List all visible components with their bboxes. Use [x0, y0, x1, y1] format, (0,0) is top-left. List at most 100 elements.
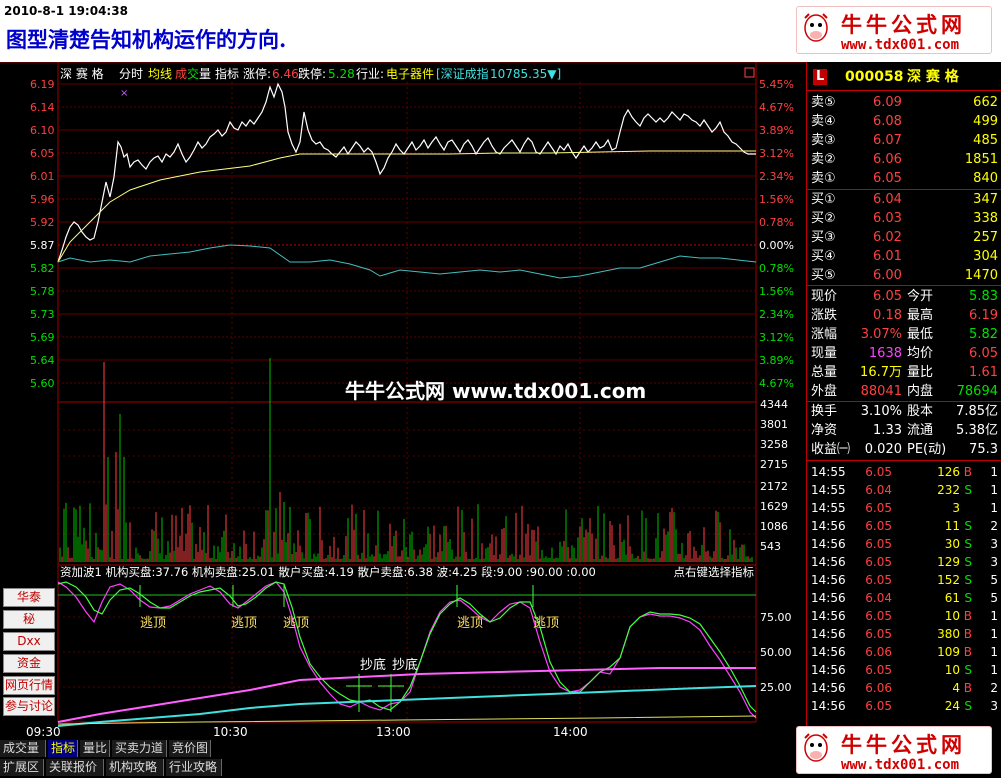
left-button-1[interactable]: 秘: [3, 610, 55, 629]
tick-time: 14:56: [811, 627, 846, 641]
stat-label: 均价: [907, 346, 934, 361]
stat-value: 3.07%: [860, 327, 902, 342]
percent-tick-label: 1.56%: [759, 193, 794, 206]
tab-jiao[interactable]: 交: [187, 66, 199, 81]
ask-label: 卖③: [811, 133, 836, 148]
tick-side: B: [963, 627, 972, 641]
tick-time: 14:56: [811, 519, 846, 533]
intraday-chart[interactable]: 深 赛 格 分时 均线 成 交 量 指标 涨停: 6.46 跌停: 5.28 行…: [0, 62, 806, 740]
tick-count: 3: [990, 699, 998, 713]
price-tick-label: 6.10: [30, 124, 55, 137]
bid-price: 6.03: [873, 211, 902, 226]
bottom-tab-3[interactable]: 买卖力道: [112, 740, 167, 757]
bottom-tab-2[interactable]: 量比: [80, 740, 110, 757]
indicator-hint: 点右键选择指标: [674, 565, 755, 579]
indicator-values: 资加波1 机构买盘:37.76 机构卖盘:25.01 散户买盘:4.19 散户卖…: [60, 565, 596, 579]
bottom-subtab-2[interactable]: 机构攻略: [106, 759, 164, 776]
tick-price: 6.06: [865, 681, 892, 695]
percent-tick-label: 3.12%: [759, 147, 794, 160]
tick-time: 14:56: [811, 537, 846, 551]
logo-url: www.tdx001.com: [841, 37, 960, 53]
tick-volume: 61: [944, 591, 960, 605]
tick-price: 6.05: [865, 555, 892, 569]
percent-tick-label: 2.34%: [759, 308, 794, 321]
stat-label: 涨幅: [811, 327, 838, 342]
tick-price: 6.05: [865, 699, 892, 713]
tab-zhibiao[interactable]: 指标: [215, 66, 239, 81]
left-button-0[interactable]: 华泰: [3, 588, 55, 607]
tick-time: 14:55: [811, 501, 846, 515]
tick-volume: 109: [937, 645, 960, 659]
logo-name: 牛牛公式网: [841, 12, 966, 37]
bid-price: 6.01: [873, 249, 902, 264]
stat-label: 股本: [907, 404, 934, 419]
marker-icon: ×: [120, 88, 128, 99]
bid-price: 6.00: [873, 268, 902, 283]
tick-volume: 152: [937, 573, 960, 587]
tick-volume: 126: [937, 465, 960, 479]
tab-cheng[interactable]: 成: [175, 67, 187, 81]
price-tick-label: 6.05: [30, 147, 55, 160]
percent-tick-label: 0.78%: [759, 216, 794, 229]
tab-junxian[interactable]: 均线: [148, 67, 172, 81]
ask-label: 卖⑤: [811, 95, 836, 110]
indicator-tick-label: 50.00: [760, 646, 792, 659]
bid-volume: 347: [973, 192, 998, 207]
left-button-5[interactable]: 参与讨论: [3, 697, 55, 716]
bottom-tab-4[interactable]: 竞价图: [169, 740, 211, 757]
tick-side: S: [964, 483, 972, 497]
bottom-subtab-3[interactable]: 行业攻略: [166, 759, 222, 776]
site-logo: 牛牛公式网 www.tdx001.com: [796, 6, 992, 54]
tab-liang[interactable]: 量: [199, 67, 211, 81]
price-tick-label: 5.92: [30, 216, 55, 229]
bottom-tab-0[interactable]: 成交量: [0, 740, 46, 757]
stat-label: 今开: [907, 289, 934, 304]
percent-tick-label: 2.34%: [759, 170, 794, 183]
left-button-3[interactable]: 资金: [3, 654, 55, 673]
stat-value: 6.05: [969, 346, 998, 361]
volume-tick-label: 2715: [760, 458, 788, 471]
tick-row: 14:55 6.05 126 B 1: [807, 463, 1001, 481]
tick-side: S: [964, 663, 972, 677]
stat-label: 流通: [907, 423, 934, 438]
volume-tick-label: 4344: [760, 398, 788, 411]
tick-count: 1: [990, 663, 998, 677]
price-tick-label: 6.14: [30, 101, 55, 114]
limit-up-label: 涨停:: [243, 66, 271, 81]
bid-volume: 1470: [964, 268, 998, 283]
tick-count: 1: [990, 465, 998, 479]
volume-tick-label: 2172: [760, 480, 788, 493]
left-button-4[interactable]: 网页行情: [3, 676, 55, 695]
bottom-tabs: 成交量 指标 量比 买卖力道 竞价图 扩展区 关联报价 机构攻略 行业攻略 牛牛公式网 www…: [0, 726, 1001, 778]
stat-label: 换手: [811, 404, 838, 419]
tick-side: S: [964, 699, 972, 713]
tick-row: 14:56 6.05 11 S 2: [807, 517, 1001, 535]
left-button-2[interactable]: Dxx: [3, 632, 55, 651]
ask-price: 6.08: [873, 114, 902, 129]
stat-value: 7.85亿: [956, 404, 998, 419]
stat-value: 1.33: [873, 423, 902, 438]
tick-price: 6.05: [865, 609, 892, 623]
tick-side: S: [964, 591, 972, 605]
volume-tick-label: 543: [760, 540, 781, 553]
bottom-tab-1[interactable]: 指标: [48, 740, 78, 757]
bid-price: 6.04: [873, 192, 902, 207]
escape-top-label: 逃顶: [140, 616, 166, 631]
tick-count: 1: [990, 609, 998, 623]
bottom-subtab-0[interactable]: 扩展区: [0, 759, 44, 776]
tick-price: 6.05: [865, 573, 892, 587]
stat-value: 0.020: [864, 442, 902, 457]
tick-side: S: [964, 573, 972, 587]
index-label: [深证成指: [436, 66, 489, 81]
escape-top-label: 逃顶: [533, 616, 559, 631]
tick-price: 6.05: [865, 519, 892, 533]
stat-label: 内盘: [907, 384, 934, 399]
bid-volume: 304: [973, 249, 998, 264]
bid-label: 买②: [811, 211, 836, 226]
industry-value: 电子器件: [386, 67, 434, 81]
stat-label: 最低: [907, 327, 934, 342]
bottom-subtab-1[interactable]: 关联报价: [46, 759, 104, 776]
watermark-text: 牛牛公式网 www.tdx001.com: [345, 379, 646, 403]
tick-volume: 10: [944, 609, 960, 623]
tab-fenshi[interactable]: 分时: [119, 67, 143, 81]
